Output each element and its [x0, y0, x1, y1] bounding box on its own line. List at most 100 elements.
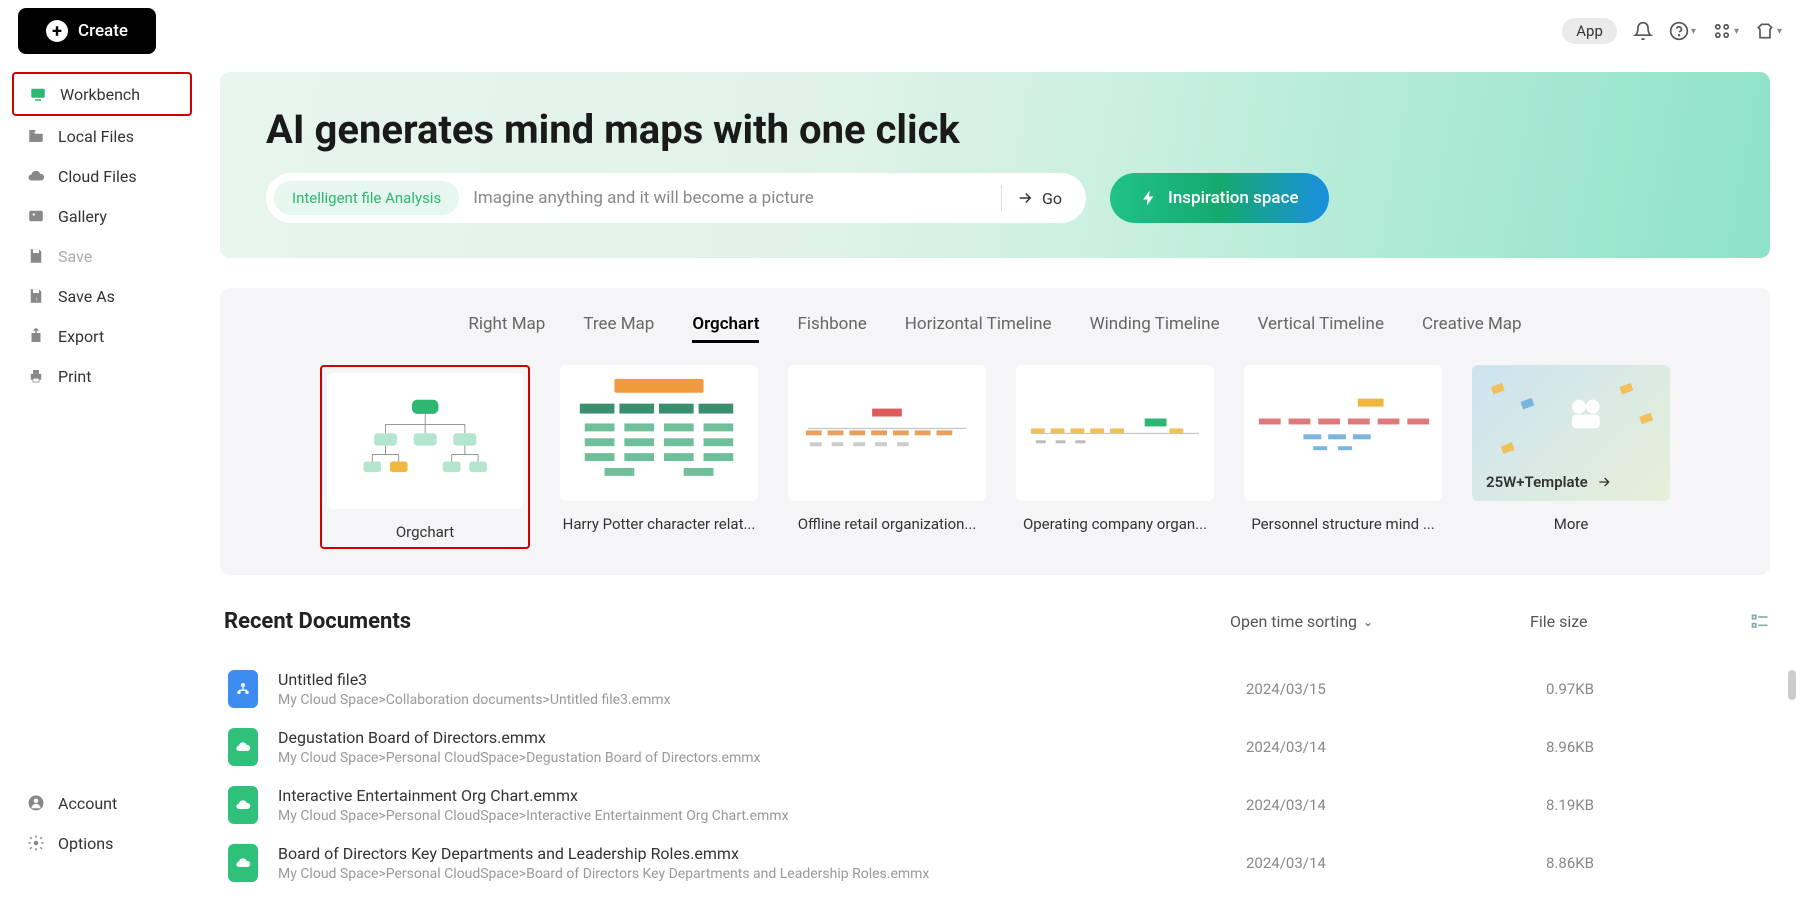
view-toggle-button[interactable] [1750, 612, 1770, 632]
sidebar: Workbench Local Files Cloud Files Galler… [12, 72, 192, 396]
sidebar-item-label: Account [58, 794, 117, 813]
app-pill[interactable]: App [1562, 18, 1617, 44]
go-button[interactable]: Go [1016, 189, 1078, 208]
template-label: Personnel structure mind ... [1244, 515, 1442, 533]
sidebar-item-gallery[interactable]: Gallery [12, 196, 192, 236]
go-label: Go [1042, 189, 1062, 208]
help-dropdown[interactable]: ▾ [1669, 21, 1696, 41]
export-icon [26, 326, 46, 346]
sidebar-item-workbench[interactable]: Workbench [12, 72, 192, 116]
sidebar-bottom: Account Options [12, 783, 192, 863]
doc-size: 8.86KB [1546, 854, 1766, 872]
doc-name: Untitled file3 [278, 670, 1246, 689]
shortcuts-dropdown[interactable]: ▾ [1712, 21, 1739, 41]
template-card-offline-retail[interactable]: Offline retail organization... [788, 365, 986, 549]
create-button[interactable]: + Create [18, 8, 156, 54]
lightning-icon [1140, 189, 1158, 207]
theme-dropdown[interactable]: ▾ [1755, 21, 1782, 41]
tab-fishbone[interactable]: Fishbone [797, 314, 866, 343]
sidebar-item-label: Options [58, 834, 113, 853]
sidebar-item-label: Workbench [60, 85, 140, 104]
template-thumbnail [788, 365, 986, 501]
doc-path: My Cloud Space>Personal CloudSpace>Board… [278, 866, 1246, 882]
sort-dropdown[interactable]: Open time sorting ⌄ [1230, 612, 1530, 631]
template-card-operating-company[interactable]: Operating company organ... [1016, 365, 1214, 549]
doc-path: My Cloud Space>Personal CloudSpace>Inter… [278, 808, 1246, 824]
arrow-right-icon [1596, 474, 1612, 490]
sidebar-item-export[interactable]: Export [12, 316, 192, 356]
sidebar-item-local-files[interactable]: Local Files [12, 116, 192, 156]
inspiration-space-button[interactable]: Inspiration space [1110, 173, 1329, 223]
doc-size: 8.19KB [1546, 796, 1766, 814]
gear-icon [26, 833, 46, 853]
tab-vertical-timeline[interactable]: Vertical Timeline [1258, 314, 1384, 343]
topbar-right: App ▾ ▾ ▾ [1562, 18, 1782, 44]
sidebar-item-print[interactable]: Print [12, 356, 192, 396]
tab-horizontal-timeline[interactable]: Horizontal Timeline [905, 314, 1052, 343]
template-label: Offline retail organization... [788, 515, 986, 533]
document-row[interactable]: Untitled file3 My Cloud Space>Collaborat… [224, 660, 1770, 718]
intelligent-analysis-pill[interactable]: Intelligent file Analysis [274, 181, 459, 215]
template-card-orgchart[interactable]: Orgchart [320, 365, 530, 549]
template-label: Orgchart [328, 523, 522, 541]
svg-text:↓: ↓ [35, 296, 38, 303]
save-icon [26, 246, 46, 266]
workbench-icon [28, 84, 48, 104]
doc-size: 0.97KB [1546, 680, 1766, 698]
sidebar-item-label: Local Files [58, 127, 134, 146]
save-as-icon: ↓ [26, 286, 46, 306]
sidebar-item-cloud-files[interactable]: Cloud Files [12, 156, 192, 196]
template-strip: Right Map Tree Map Orgchart Fishbone Hor… [220, 288, 1770, 575]
arrow-right-icon [1016, 189, 1034, 207]
doc-type-icon [228, 670, 258, 708]
template-thumbnail [327, 373, 523, 509]
bell-icon[interactable] [1633, 21, 1653, 41]
template-card-personnel-structure[interactable]: Personnel structure mind ... [1244, 365, 1442, 549]
template-tabs: Right Map Tree Map Orgchart Fishbone Hor… [250, 314, 1740, 343]
doc-name: Board of Directors Key Departments and L… [278, 844, 1246, 863]
tab-winding-timeline[interactable]: Winding Timeline [1090, 314, 1220, 343]
template-card-harry-potter[interactable]: Harry Potter character relat... [560, 365, 758, 549]
template-label: Operating company organ... [1016, 515, 1214, 533]
sort-label: Open time sorting [1230, 612, 1357, 631]
sidebar-item-label: Gallery [58, 207, 107, 226]
doc-type-icon [228, 844, 258, 882]
scrollbar-thumb[interactable] [1788, 670, 1796, 700]
sidebar-item-save-as[interactable]: ↓ Save As [12, 276, 192, 316]
template-thumbnail [1244, 365, 1442, 501]
ai-prompt-input[interactable] [473, 188, 987, 208]
help-icon [1669, 21, 1689, 41]
gallery-icon [26, 206, 46, 226]
sidebar-item-label: Cloud Files [58, 167, 137, 186]
chevron-down-icon: ▾ [1777, 26, 1782, 37]
doc-date: 2024/03/14 [1246, 854, 1546, 872]
template-thumbnail [1016, 365, 1214, 501]
create-label: Create [78, 21, 128, 41]
recent-title: Recent Documents [224, 609, 411, 634]
tab-creative-map[interactable]: Creative Map [1422, 314, 1522, 343]
doc-type-icon [228, 786, 258, 824]
sidebar-item-account[interactable]: Account [12, 783, 192, 823]
print-icon [26, 366, 46, 386]
doc-name: Degustation Board of Directors.emmx [278, 728, 1246, 747]
template-label: Harry Potter character relat... [560, 515, 758, 533]
template-card-more[interactable]: 25W+Template More [1472, 365, 1670, 549]
doc-name: Interactive Entertainment Org Chart.emmx [278, 786, 1246, 805]
document-list: Untitled file3 My Cloud Space>Collaborat… [224, 660, 1770, 892]
tab-right-map[interactable]: Right Map [468, 314, 545, 343]
grid-icon [1712, 21, 1732, 41]
document-row[interactable]: Interactive Entertainment Org Chart.emmx… [224, 776, 1770, 834]
doc-type-icon [228, 728, 258, 766]
sidebar-item-label: Save As [58, 287, 115, 306]
tab-tree-map[interactable]: Tree Map [583, 314, 654, 343]
tab-orgchart[interactable]: Orgchart [692, 314, 759, 343]
sidebar-item-save[interactable]: Save [12, 236, 192, 276]
document-row[interactable]: Degustation Board of Directors.emmx My C… [224, 718, 1770, 776]
more-template-text: 25W+Template [1486, 473, 1588, 491]
folder-icon [26, 126, 46, 146]
template-thumbnail-more: 25W+Template [1472, 365, 1670, 501]
sidebar-item-options[interactable]: Options [12, 823, 192, 863]
doc-path: My Cloud Space>Collaboration documents>U… [278, 692, 1246, 708]
hero-title: AI generates mind maps with one click [266, 106, 1724, 153]
document-row[interactable]: Board of Directors Key Departments and L… [224, 834, 1770, 892]
